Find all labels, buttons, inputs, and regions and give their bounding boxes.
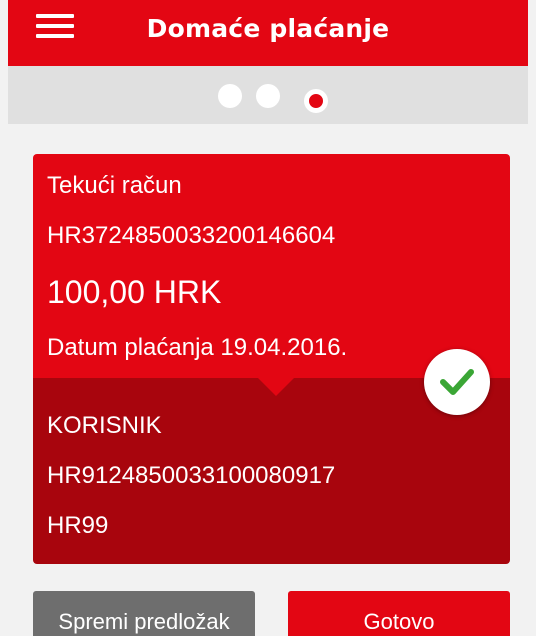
step-dot-1 [218, 84, 242, 108]
save-template-button[interactable]: Spremi predložak [33, 591, 255, 636]
app-header: Domaće plaćanje [8, 0, 528, 66]
step-indicator [8, 66, 528, 124]
account-iban: HR3724850033200146604 [47, 222, 336, 249]
checkmark-icon [440, 369, 474, 395]
recipient-name: KORISNIK [47, 412, 162, 439]
step-dot-2 [256, 84, 280, 108]
account-type: Tekući račun [47, 172, 182, 199]
payment-amount: 100,00 HRK [47, 274, 222, 310]
section-pointer [258, 378, 294, 396]
payer-section: Tekući račun HR3724850033200146604 100,0… [33, 154, 510, 378]
page-title: Domaće plaćanje [146, 14, 390, 43]
recipient-iban: HR9124850033100080917 [47, 462, 336, 489]
payment-date: Datum plaćanja 19.04.2016. [47, 334, 348, 361]
step-dot-3-active [304, 89, 328, 113]
reference-model: HR99 [47, 512, 109, 539]
done-button[interactable]: Gotovo [288, 591, 510, 636]
success-badge [424, 349, 490, 415]
